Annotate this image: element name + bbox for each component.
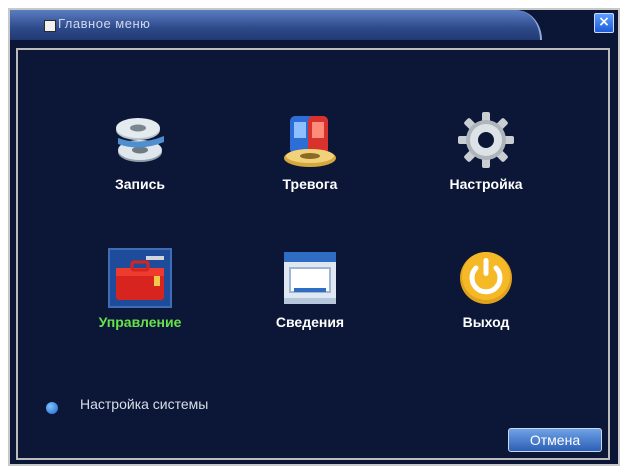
close-button[interactable]: ×: [594, 13, 614, 33]
window-icon: [44, 20, 56, 32]
menu-item-label: Настройка: [449, 176, 523, 192]
menu-panel: Запись Тревога Настройка Управление Свед…: [16, 48, 610, 460]
close-icon: ×: [598, 14, 610, 30]
menu-item-label: Сведения: [275, 314, 345, 330]
title-bar: Главное меню ×: [10, 10, 618, 40]
menu-item-record[interactable]: Запись: [70, 108, 210, 192]
alarm-icon: [278, 108, 342, 172]
menu-item-label: Управление: [98, 314, 182, 330]
menu-item-settings[interactable]: Настройка: [416, 108, 556, 192]
menu-item-alarm[interactable]: Тревога: [240, 108, 380, 192]
status-text: Настройка системы: [80, 396, 209, 412]
power-exit-icon: [454, 246, 518, 310]
status-dot-icon: [46, 402, 58, 414]
settings-gear-icon: [454, 108, 518, 172]
record-film-icon: [108, 108, 172, 172]
menu-item-exit[interactable]: Выход: [416, 246, 556, 330]
info-window-icon: [278, 246, 342, 310]
menu-item-label: Выход: [462, 314, 510, 330]
management-toolbox-icon: [108, 246, 172, 310]
window-title: Главное меню: [58, 16, 151, 31]
main-menu-window: Главное меню × Запись Тревога Настройка …: [8, 8, 620, 466]
menu-item-label: Запись: [114, 176, 165, 192]
menu-item-info[interactable]: Сведения: [240, 246, 380, 330]
menu-item-label: Тревога: [282, 176, 338, 192]
cancel-button[interactable]: Отмена: [508, 428, 602, 452]
title-tab: Главное меню: [10, 10, 542, 40]
menu-item-management[interactable]: Управление: [70, 246, 210, 330]
